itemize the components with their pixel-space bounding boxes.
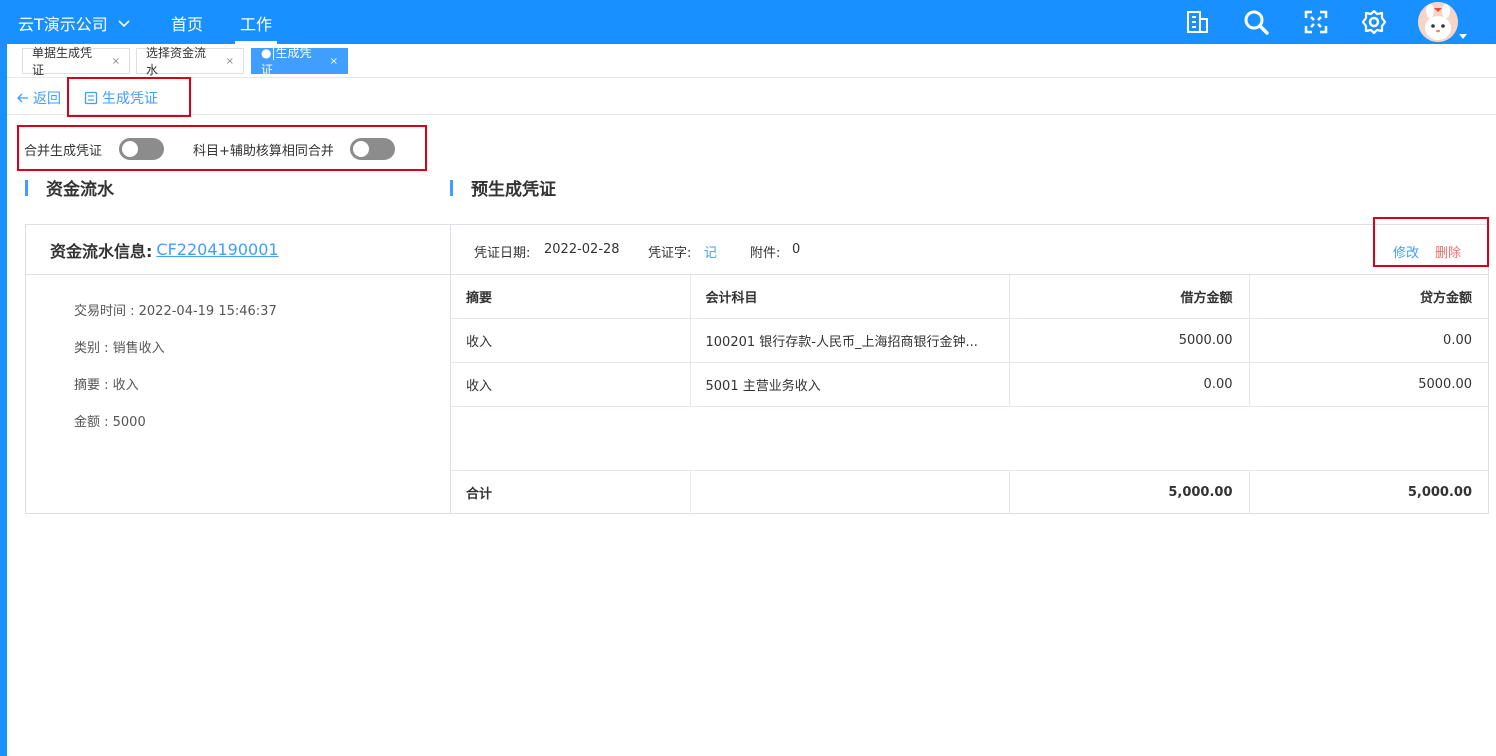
back-label: 返回 xyxy=(33,91,61,107)
tab-label: 单据生成凭证 xyxy=(32,46,93,77)
amount: 金额 : 5000 xyxy=(74,415,146,430)
voucher-date: 2022-02-28 xyxy=(544,242,620,257)
merge-voucher-label: 合并生成凭证 xyxy=(24,143,103,159)
arrow-left-icon xyxy=(17,93,28,103)
tab-generate-voucher[interactable]: ●|生成凭证 × xyxy=(251,46,348,77)
merge-same-toggle[interactable] xyxy=(349,138,395,160)
cell-summary: 收入 xyxy=(451,362,691,407)
attachment-label: 附件: xyxy=(750,246,781,261)
voucher-word-label: 凭证字: xyxy=(648,246,692,261)
avatar[interactable] xyxy=(1418,2,1458,42)
total-credit: 5,000.00 xyxy=(1407,484,1472,500)
merge-same-label: 科目+辅助核算相同合并 xyxy=(193,143,334,159)
highlight-box xyxy=(1373,217,1489,267)
col-debit: 借方金额 xyxy=(1009,275,1250,319)
caret-down-icon[interactable] xyxy=(1459,34,1467,39)
search-icon[interactable] xyxy=(1242,8,1270,36)
transaction-time: 交易时间 : 2022-04-19 15:46:37 xyxy=(74,304,277,319)
tab-bar: 单据生成凭证 × 选择资金流水 × ●|生成凭证 × xyxy=(7,44,1496,78)
highlight-box xyxy=(67,77,191,117)
voucher-header: 凭证日期: 2022-02-28 凭证字: 记 附件: 0 修改 删除 xyxy=(451,225,1488,275)
close-icon[interactable]: × xyxy=(330,56,338,67)
top-bar: 云T演示公司 首页 工作 xyxy=(0,0,1496,44)
section-label: 资金流水 xyxy=(46,180,114,200)
tab-select-fund-flow[interactable]: 选择资金流水 × xyxy=(136,46,244,77)
section-title-pre-voucher: 预生成凭证 xyxy=(450,175,556,200)
section-marker xyxy=(450,179,453,196)
fund-flow-header: 资金流水信息: CF2204190001 xyxy=(26,225,450,275)
cell-summary: 收入 xyxy=(451,318,691,363)
cell-account: 100201 银行存款-人民币_上海招商银行金钟... xyxy=(690,318,1010,363)
cell-credit: 5000.00 xyxy=(1249,362,1488,407)
total-label: 合计 xyxy=(451,470,691,514)
total-row: 合计 5,000.00 5,000.00 xyxy=(451,470,1488,514)
section-title-fund-flow: 资金流水 xyxy=(25,175,114,200)
building-icon[interactable] xyxy=(1183,8,1211,36)
table-row: 收入 100201 银行存款-人民币_上海招商银行金钟... 5000.00 0… xyxy=(451,318,1488,363)
col-credit: 贷方金额 xyxy=(1249,275,1488,319)
attachment-count: 0 xyxy=(792,242,801,257)
voucher-card: 凭证日期: 2022-02-28 凭证字: 记 附件: 0 修改 删除 摘要 会… xyxy=(450,224,1489,514)
category: 类别 : 销售收入 xyxy=(74,341,165,356)
summary: 摘要 : 收入 xyxy=(74,378,139,393)
col-account: 会计科目 xyxy=(690,275,1010,319)
fullscreen-icon[interactable] xyxy=(1302,8,1330,36)
cell-debit: 0.00 xyxy=(1009,362,1250,407)
company-name: 云T演示公司 xyxy=(18,15,108,34)
chevron-down-icon xyxy=(118,20,130,28)
tab-label: ●|生成凭证 xyxy=(261,46,312,77)
total-account xyxy=(690,470,1010,514)
fund-flow-card: 资金流水信息: CF2204190001 交易时间 : 2022-04-19 1… xyxy=(25,224,451,514)
tab-label: 选择资金流水 xyxy=(146,46,207,77)
cell-debit: 5000.00 xyxy=(1009,318,1250,363)
avatar-image xyxy=(1418,2,1458,42)
company-switcher[interactable]: 云T演示公司 xyxy=(18,11,132,35)
side-strip xyxy=(0,44,7,756)
nav-home[interactable]: 首页 xyxy=(171,11,203,35)
cell-credit: 0.00 xyxy=(1249,318,1488,363)
section-label: 预生成凭证 xyxy=(471,180,556,200)
merge-voucher-toggle[interactable] xyxy=(119,138,165,160)
action-bar: 返回 生成凭证 xyxy=(7,78,1496,115)
fund-flow-id-link[interactable]: CF2204190001 xyxy=(156,240,278,259)
col-summary: 摘要 xyxy=(451,275,691,319)
voucher-date-label: 凭证日期: xyxy=(474,246,531,261)
tab-document-voucher[interactable]: 单据生成凭证 × xyxy=(22,46,130,77)
nav-work[interactable]: 工作 xyxy=(240,11,272,35)
gear-icon[interactable] xyxy=(1360,8,1388,36)
table-header-row: 摘要 会计科目 借方金额 贷方金额 xyxy=(451,275,1488,319)
table-row: 收入 5001 主营业务收入 0.00 5000.00 xyxy=(451,362,1488,407)
back-button[interactable]: 返回 xyxy=(17,88,61,108)
cell-account: 5001 主营业务收入 xyxy=(690,362,1010,407)
close-icon[interactable]: × xyxy=(226,56,234,67)
section-marker xyxy=(25,179,28,196)
empty-row xyxy=(451,406,1488,471)
voucher-word[interactable]: 记 xyxy=(704,242,717,261)
voucher-table: 摘要 会计科目 借方金额 贷方金额 收入 100201 银行存款-人民币_上海招… xyxy=(451,275,1488,514)
close-icon[interactable]: × xyxy=(112,56,120,67)
fund-flow-title: 资金流水信息: xyxy=(50,241,153,261)
options-row: 合并生成凭证 科目+辅助核算相同合并 xyxy=(24,138,395,160)
total-debit: 5,000.00 xyxy=(1009,470,1250,514)
